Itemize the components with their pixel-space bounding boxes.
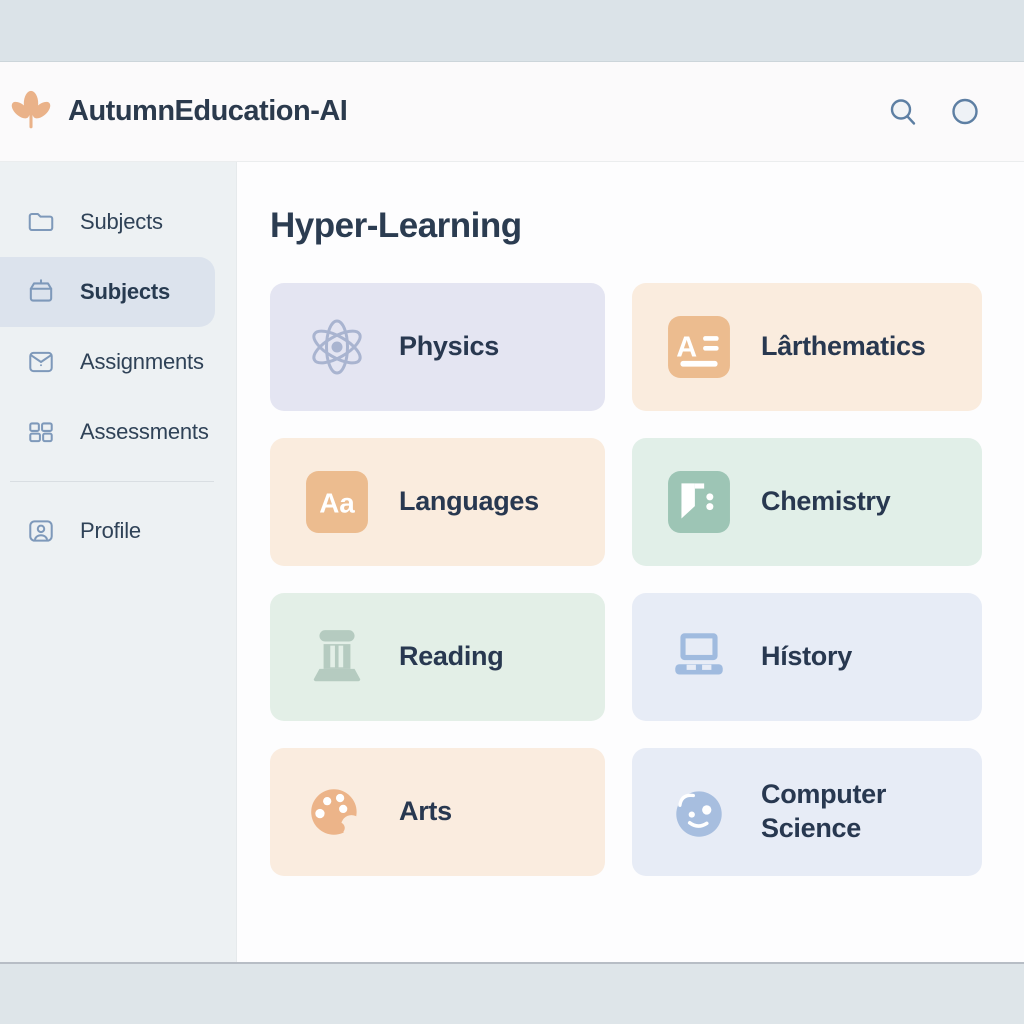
sidebar-item-label: Assignments <box>80 349 204 375</box>
palette-icon <box>305 780 369 844</box>
subject-card-label: Reading <box>399 640 503 674</box>
languages-aa-icon: Aa <box>305 470 369 534</box>
bottom-strip <box>0 962 1024 1024</box>
svg-text:Aa: Aa <box>319 487 355 518</box>
subject-card-computer-science[interactable]: Computer Science <box>632 748 982 876</box>
page-title: Hyper-Learning <box>270 206 1024 246</box>
svg-text:A: A <box>676 331 697 363</box>
sidebar-item-label: Subjects <box>80 209 163 235</box>
subject-card-label: Arts <box>399 795 452 829</box>
sidebar-item-label: Profile <box>80 518 141 544</box>
sidebar-item-assessments[interactable]: Assessments <box>0 397 236 467</box>
atom-icon <box>305 315 369 379</box>
subject-card-arts[interactable]: Arts <box>270 748 605 876</box>
sidebar-item-profile[interactable]: Profile <box>0 496 236 566</box>
subject-card-physics[interactable]: Physics <box>270 283 605 411</box>
subject-cards-grid: Physics A Lârthematics <box>270 283 1024 876</box>
sidebar-item-label: Subjects <box>80 279 170 305</box>
grid-layout-icon <box>26 417 56 447</box>
subject-card-chemistry[interactable]: Chemistry <box>632 438 982 566</box>
avatar-circle-icon <box>948 95 982 129</box>
textbook-icon: A <box>667 315 731 379</box>
app-title: AutumnEducation-AI <box>68 95 347 128</box>
smiley-icon <box>667 780 731 844</box>
envelope-icon <box>26 347 56 377</box>
user-card-icon <box>26 516 56 546</box>
subject-card-history[interactable]: Hístory <box>632 593 982 721</box>
laptop-icon <box>667 625 731 689</box>
subject-card-reading[interactable]: Reading <box>270 593 605 721</box>
folder-icon <box>26 207 56 237</box>
subject-card-label: Chemistry <box>761 485 890 519</box>
body-row: Subjects Subjects <box>0 162 1024 962</box>
search-button[interactable] <box>886 95 920 129</box>
subject-card-label: Physics <box>399 330 499 364</box>
header-actions <box>886 95 982 129</box>
search-icon <box>886 95 920 129</box>
sidebar-item-label: Assessments <box>80 419 209 445</box>
pillar-icon <box>305 625 369 689</box>
top-strip <box>0 0 1024 62</box>
sidebar-item-subjects[interactable]: Subjects <box>0 187 236 257</box>
open-book-icon <box>667 470 731 534</box>
subject-card-label: Languages <box>399 485 539 519</box>
sidebar-item-assignments[interactable]: Assignments <box>0 327 236 397</box>
subject-card-languages[interactable]: Aa Languages <box>270 438 605 566</box>
page: AutumnEducation-AI <box>0 0 1024 1024</box>
sidebar: Subjects Subjects <box>0 162 237 962</box>
brand: AutumnEducation-AI <box>8 87 347 137</box>
app-header: AutumnEducation-AI <box>0 62 1024 162</box>
subject-card-label: Hístory <box>761 640 852 674</box>
subject-card-label: Lârthematics <box>761 330 925 364</box>
archive-box-icon <box>26 277 56 307</box>
subject-card-label: Computer Science <box>761 778 951 846</box>
main-content: Hyper-Learning Physics <box>237 162 1024 962</box>
avatar-button[interactable] <box>948 95 982 129</box>
sidebar-divider <box>10 481 214 482</box>
subject-card-mathematics[interactable]: A Lârthematics <box>632 283 982 411</box>
maple-leaf-icon <box>8 87 54 137</box>
sidebar-item-subjects-active[interactable]: Subjects <box>0 257 215 327</box>
